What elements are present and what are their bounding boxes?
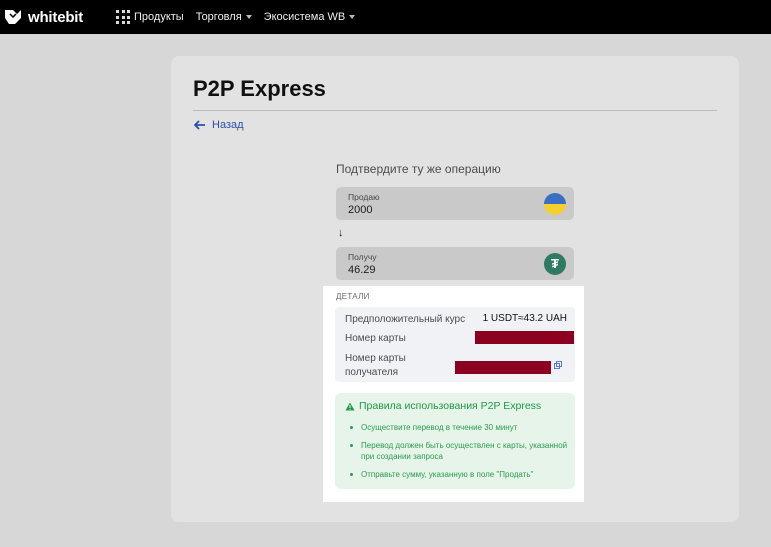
arrow-down-icon: ↓	[338, 227, 344, 239]
details-panel: ДЕТАЛИ Предположительный курс 1 USDT≈43.…	[323, 286, 584, 502]
arrow-left-icon	[194, 120, 205, 130]
rate-value: 1 USDT≈43.2 UAH	[482, 313, 567, 324]
main-nav: Продукты Торговля Экосистема WB	[116, 10, 356, 24]
nav-ecosystem-label: Экосистема WB	[263, 11, 346, 23]
details-rows: Предположительный курс 1 USDT≈43.2 UAH Н…	[335, 307, 575, 382]
rule-item: Перевод должен быть осуществлен с карты,…	[347, 440, 569, 462]
sell-value: 2000	[348, 204, 373, 216]
recipient-label-line2: получателя	[345, 367, 399, 378]
rules-title-text: Правила использования P2P Express	[359, 400, 542, 412]
back-link[interactable]: Назад	[194, 119, 244, 131]
rules-list: Осуществите перевод в течение 30 минут П…	[347, 422, 569, 487]
sell-field[interactable]: Продаю 2000	[336, 187, 574, 220]
card-number-redacted	[475, 331, 574, 344]
page-title: P2P Express	[193, 76, 326, 101]
uah-flag-icon	[544, 193, 566, 215]
sell-label: Продаю	[348, 192, 380, 202]
back-label: Назад	[212, 119, 244, 131]
logo-text: whitebit	[28, 8, 84, 26]
recipient-label-line1: Номер карты	[345, 353, 406, 364]
rule-item: Осуществите перевод в течение 30 минут	[347, 422, 569, 433]
nav-products-label: Продукты	[134, 11, 184, 23]
nav-trading-label: Торговля	[195, 11, 242, 23]
tether-icon: ₮	[544, 253, 566, 275]
warning-icon	[345, 402, 355, 410]
card-number-label: Номер карты	[345, 333, 406, 344]
details-heading: ДЕТАЛИ	[336, 292, 370, 301]
top-navigation-bar: whitebit Продукты Торговля Экосистема WB	[0, 0, 771, 34]
confirm-subtitle: Подтвердите ту же операцию	[336, 162, 501, 176]
nav-products[interactable]: Продукты	[116, 10, 184, 24]
grid-icon	[116, 10, 130, 24]
whitebit-logo[interactable]: whitebit	[3, 8, 83, 26]
rules-title: Правила использования P2P Express	[345, 400, 541, 412]
rule-item: Отправьте сумму, указанную в поле "Прода…	[347, 469, 569, 480]
get-value: 46.29	[348, 264, 376, 276]
divider	[193, 110, 717, 111]
rate-label: Предположительный курс	[345, 314, 466, 325]
get-field[interactable]: Получу 46.29 ₮	[336, 247, 574, 280]
chevron-down-icon	[349, 15, 356, 19]
rules-box: Правила использования P2P Express Осущес…	[335, 393, 575, 489]
copy-icon[interactable]	[554, 361, 562, 369]
chevron-down-icon	[245, 15, 252, 19]
get-label: Получу	[348, 252, 377, 262]
recipient-card-redacted	[455, 361, 551, 374]
logo-icon	[5, 10, 21, 24]
nav-ecosystem[interactable]: Экосистема WB	[264, 11, 356, 23]
nav-trading[interactable]: Торговля	[196, 11, 252, 23]
